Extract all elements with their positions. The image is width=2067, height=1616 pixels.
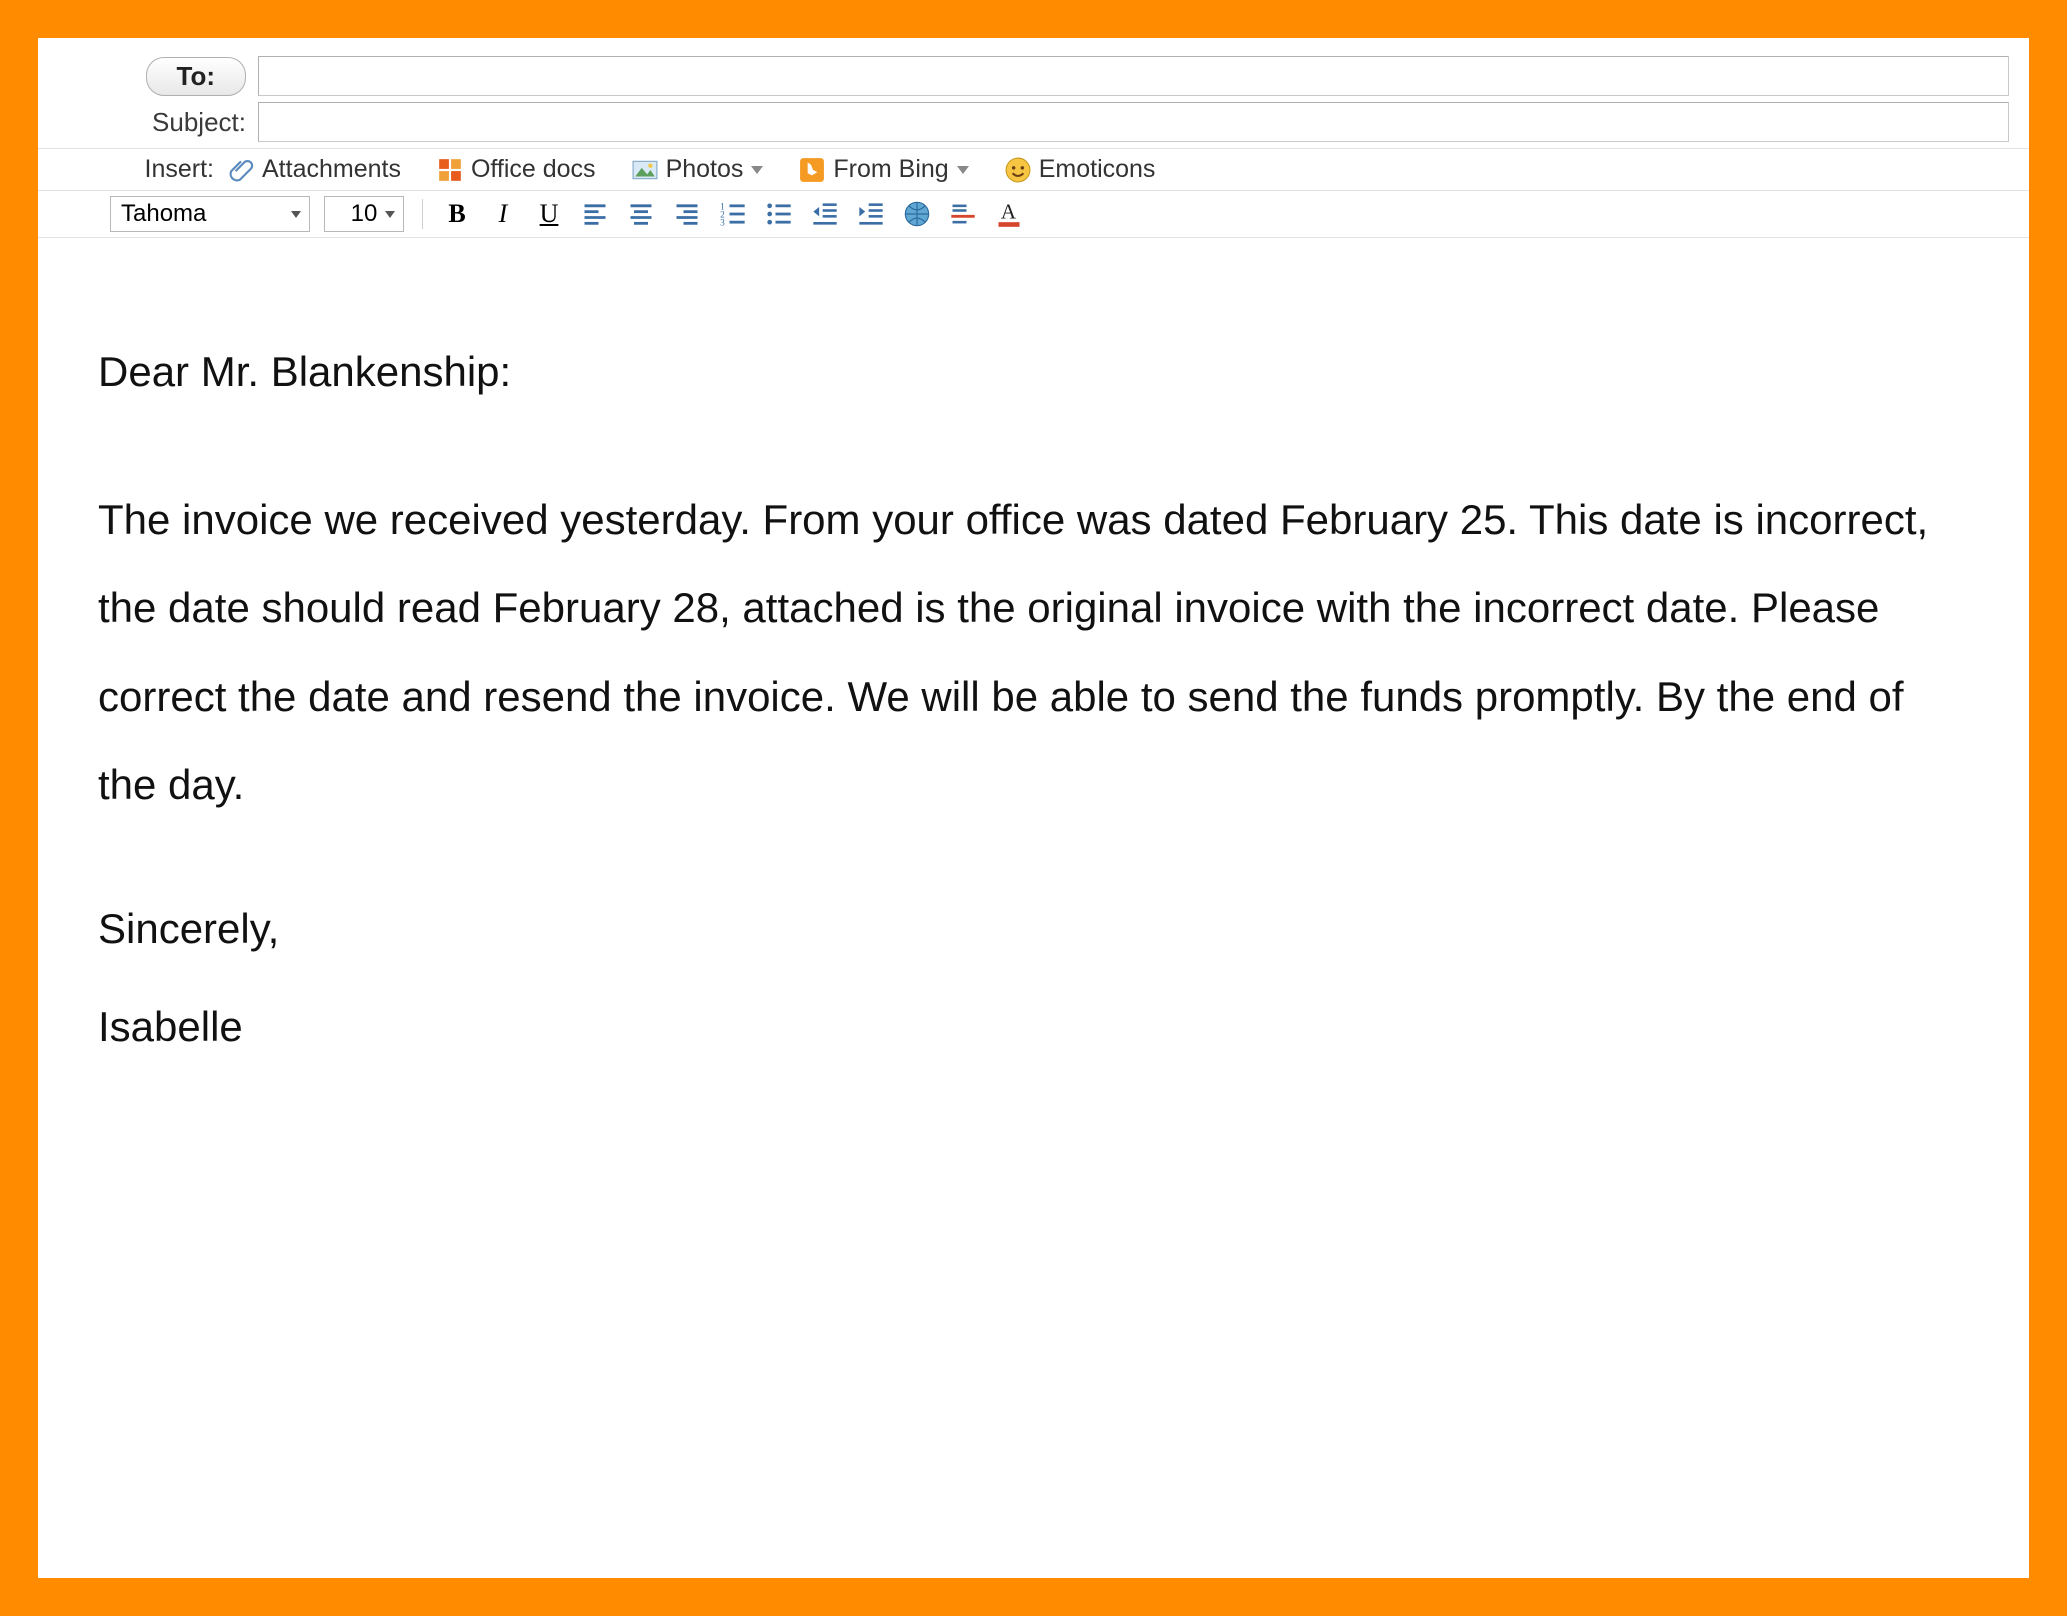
office-docs-icon (437, 157, 463, 183)
office-docs-button[interactable]: Office docs (437, 155, 596, 184)
to-button[interactable]: To: (146, 57, 247, 96)
chevron-down-icon (291, 211, 301, 218)
office-docs-label: Office docs (471, 155, 596, 184)
globe-link-icon (903, 200, 931, 228)
bing-icon (799, 157, 825, 183)
from-bing-button[interactable]: From Bing (799, 155, 968, 184)
format-toolbar: Tahoma 10 B I U (38, 190, 2029, 238)
to-row: To: (38, 56, 2029, 96)
font-color-icon: A (995, 200, 1023, 228)
compose-window: To: Subject: Insert: Attachments (38, 38, 2029, 1578)
numbered-list-button[interactable]: 123 (717, 198, 749, 230)
to-label-area: To: (38, 57, 258, 96)
from-bing-label: From Bing (833, 155, 948, 184)
insert-hr-button[interactable] (947, 198, 979, 230)
body-signature: Isabelle (98, 987, 1969, 1067)
chevron-down-icon (957, 166, 969, 174)
font-select-value: Tahoma (121, 200, 206, 228)
outdent-button[interactable] (809, 198, 841, 230)
font-select[interactable]: Tahoma (110, 196, 310, 232)
chevron-down-icon (751, 166, 763, 174)
photos-icon (632, 157, 658, 183)
emoticons-label: Emoticons (1039, 155, 1156, 184)
hr-icon (949, 200, 977, 228)
bullet-list-icon (765, 200, 793, 228)
align-center-icon (627, 200, 655, 228)
paperclip-icon (228, 157, 254, 183)
indent-button[interactable] (855, 198, 887, 230)
body-greeting: Dear Mr. Blankenship: (98, 328, 1969, 416)
indent-icon (857, 200, 885, 228)
align-left-icon (581, 200, 609, 228)
svg-text:A: A (1001, 200, 1017, 224)
body-closing: Sincerely, (98, 889, 1969, 969)
subject-row: Subject: (38, 102, 2029, 142)
to-input[interactable] (258, 56, 2009, 96)
font-color-button[interactable]: A (993, 198, 1025, 230)
font-size-value: 10 (351, 200, 378, 228)
subject-label: Subject: (38, 107, 258, 138)
outdent-icon (811, 200, 839, 228)
insert-link-button[interactable] (901, 198, 933, 230)
chevron-down-icon (385, 211, 395, 218)
message-body[interactable]: Dear Mr. Blankenship: The invoice we rec… (38, 238, 2029, 1067)
attachments-label: Attachments (262, 155, 401, 184)
bullet-list-button[interactable] (763, 198, 795, 230)
photos-button[interactable]: Photos (632, 155, 764, 184)
body-paragraph: The invoice we received yesterday. From … (98, 476, 1969, 829)
photos-label: Photos (666, 155, 744, 184)
align-left-button[interactable] (579, 198, 611, 230)
align-right-icon (673, 200, 701, 228)
subject-input[interactable] (258, 102, 2009, 142)
numbered-list-icon: 123 (719, 200, 747, 228)
align-center-button[interactable] (625, 198, 657, 230)
bold-button[interactable]: B (441, 198, 473, 230)
font-size-select[interactable]: 10 (324, 196, 404, 232)
emoticons-button[interactable]: Emoticons (1005, 155, 1156, 184)
italic-button[interactable]: I (487, 198, 519, 230)
svg-text:3: 3 (720, 219, 725, 228)
attachments-button[interactable]: Attachments (228, 155, 401, 184)
header-region: To: Subject: Insert: Attachments (38, 38, 2029, 238)
underline-button[interactable]: U (533, 198, 565, 230)
frame-border: To: Subject: Insert: Attachments (0, 0, 2067, 1616)
divider (422, 199, 423, 229)
insert-row: Insert: Attachments Office docs (38, 148, 2029, 190)
emoticon-icon (1005, 157, 1031, 183)
insert-label: Insert: (38, 155, 228, 184)
align-right-button[interactable] (671, 198, 703, 230)
